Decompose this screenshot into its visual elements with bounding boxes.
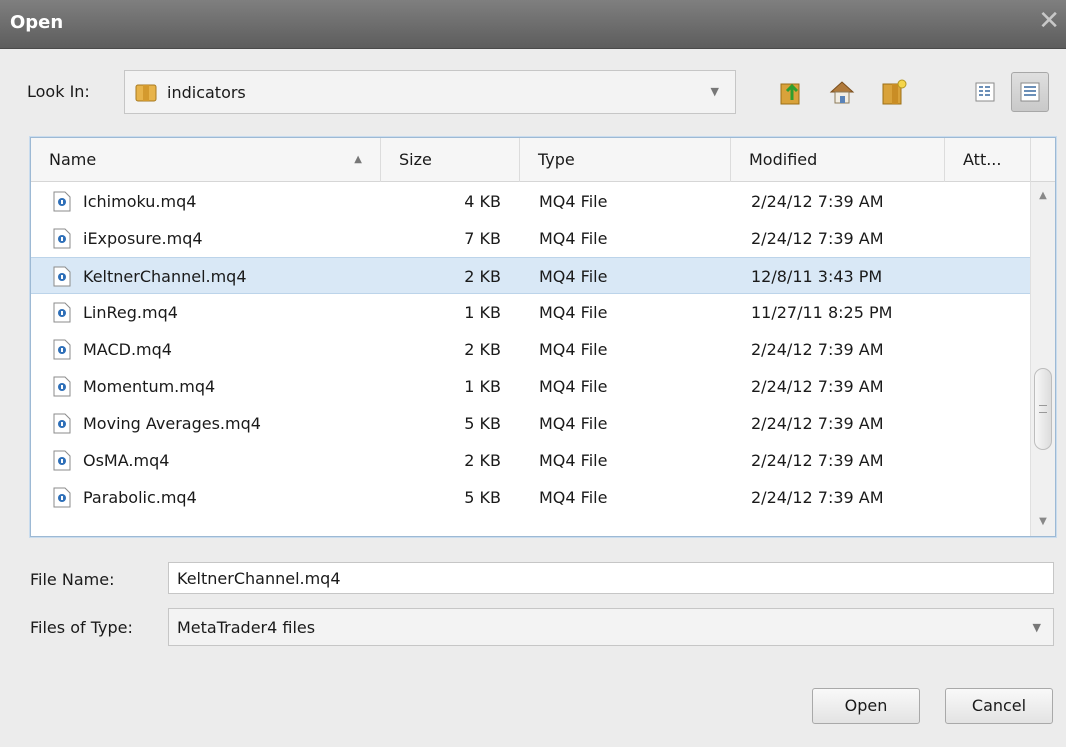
- file-row[interactable]: OsMA.mq4 2 KB MQ4 File 2/24/12 7:39 AM: [31, 442, 1031, 479]
- list-view-icon: [975, 82, 995, 102]
- file-modified-cell: 11/27/11 8:25 PM: [751, 303, 893, 322]
- file-modified-cell: 12/8/11 3:43 PM: [751, 267, 883, 286]
- home-icon[interactable]: [828, 78, 856, 106]
- column-attributes-label: Att...: [963, 150, 1002, 169]
- new-folder-icon[interactable]: [880, 78, 908, 106]
- mq4-file-icon: [53, 228, 71, 249]
- close-icon[interactable]: ✕: [1038, 8, 1060, 34]
- file-row[interactable]: Moving Averages.mq4 5 KB MQ4 File 2/24/12 7…: [31, 405, 1031, 442]
- file-type-dropdown[interactable]: MetaTrader4 files ▼: [168, 608, 1054, 646]
- file-name-label: File Name:: [30, 570, 115, 589]
- file-name-cell: OsMA.mq4: [83, 451, 170, 470]
- column-type-label: Type: [538, 150, 575, 169]
- file-modified-cell: 2/24/12 7:39 AM: [751, 414, 884, 433]
- column-size[interactable]: Size: [381, 138, 520, 182]
- scroll-down-icon[interactable]: ▼: [1031, 512, 1055, 532]
- file-modified-cell: 2/24/12 7:39 AM: [751, 377, 884, 396]
- file-type-value: MetaTrader4 files: [177, 618, 316, 637]
- title-bar: Open ✕: [0, 0, 1066, 49]
- file-name-field[interactable]: [168, 562, 1054, 594]
- mq4-file-icon: [53, 413, 71, 434]
- mq4-file-icon: [53, 266, 71, 287]
- details-view-icon: [1020, 82, 1040, 102]
- file-name-cell: Parabolic.mq4: [83, 488, 197, 507]
- file-row[interactable]: LinReg.mq4 1 KB MQ4 File 11/27/11 8:25 PM: [31, 294, 1031, 331]
- file-modified-cell: 2/24/12 7:39 AM: [751, 192, 884, 211]
- details-view-button[interactable]: [1011, 72, 1049, 112]
- file-size-cell: 1 KB: [464, 377, 501, 396]
- cancel-button[interactable]: Cancel: [945, 688, 1053, 724]
- file-type-cell: MQ4 File: [539, 229, 608, 248]
- column-modified-label: Modified: [749, 150, 818, 169]
- mq4-file-icon: [53, 191, 71, 212]
- scroll-up-icon[interactable]: ▲: [1031, 186, 1055, 206]
- look-in-dropdown[interactable]: indicators ▼: [124, 70, 736, 114]
- file-type-cell: MQ4 File: [539, 192, 608, 211]
- file-list[interactable]: Name ▲ Size Type Modified Att... Ichimok…: [30, 137, 1056, 537]
- file-size-cell: 1 KB: [464, 303, 501, 322]
- chevron-down-icon: ▼: [710, 85, 719, 98]
- column-name-label: Name: [49, 150, 97, 169]
- chevron-down-icon: ▼: [1032, 621, 1041, 634]
- file-row[interactable]: Momentum.mq4 1 KB MQ4 File 2/24/12 7:39 AM: [31, 368, 1031, 405]
- file-size-cell: 5 KB: [464, 488, 501, 507]
- list-view-button[interactable]: [966, 72, 1004, 112]
- column-header: Name ▲ Size Type Modified Att...: [31, 138, 1055, 182]
- file-modified-cell: 2/24/12 7:39 AM: [751, 488, 884, 507]
- file-type-cell: MQ4 File: [539, 303, 608, 322]
- file-modified-cell: 2/24/12 7:39 AM: [751, 340, 884, 359]
- file-type-cell: MQ4 File: [539, 488, 608, 507]
- file-modified-cell: 2/24/12 7:39 AM: [751, 451, 884, 470]
- file-row[interactable]: Ichimoku.mq4 4 KB MQ4 File 2/24/12 7:39 AM: [31, 183, 1031, 220]
- file-row[interactable]: KeltnerChannel.mq4 2 KB MQ4 File 12/8/11 3:…: [31, 257, 1031, 294]
- mq4-file-icon: [53, 450, 71, 471]
- vertical-scrollbar[interactable]: ▲ ▼: [1030, 182, 1055, 536]
- file-size-cell: 4 KB: [464, 192, 501, 211]
- mq4-file-icon: [53, 376, 71, 397]
- file-name-cell: Ichimoku.mq4: [83, 192, 197, 211]
- file-type-cell: MQ4 File: [539, 340, 608, 359]
- file-size-cell: 2 KB: [464, 340, 501, 359]
- column-type[interactable]: Type: [520, 138, 731, 182]
- column-attributes[interactable]: Att...: [945, 138, 1031, 182]
- file-type-cell: MQ4 File: [539, 414, 608, 433]
- mq4-file-icon: [53, 487, 71, 508]
- look-in-value: indicators: [167, 83, 246, 102]
- file-type-cell: MQ4 File: [539, 267, 608, 286]
- file-name-cell: MACD.mq4: [83, 340, 172, 359]
- file-size-cell: 2 KB: [464, 267, 501, 286]
- file-row[interactable]: MACD.mq4 2 KB MQ4 File 2/24/12 7:39 AM: [31, 331, 1031, 368]
- file-type-label: Files of Type:: [30, 618, 133, 637]
- file-row[interactable]: iExposure.mq4 7 KB MQ4 File 2/24/12 7:39 AM: [31, 220, 1031, 257]
- file-name-cell: iExposure.mq4: [83, 229, 203, 248]
- file-name-cell: Moving Averages.mq4: [83, 414, 261, 433]
- file-name-cell: KeltnerChannel.mq4: [83, 267, 247, 286]
- up-folder-icon[interactable]: [778, 78, 806, 106]
- column-name[interactable]: Name ▲: [31, 138, 381, 182]
- file-name-cell: Momentum.mq4: [83, 377, 216, 396]
- file-type-cell: MQ4 File: [539, 377, 608, 396]
- open-button[interactable]: Open: [812, 688, 920, 724]
- file-type-cell: MQ4 File: [539, 451, 608, 470]
- file-size-cell: 7 KB: [464, 229, 501, 248]
- mq4-file-icon: [53, 339, 71, 360]
- look-in-label: Look In:: [27, 82, 90, 101]
- window-title: Open: [10, 12, 64, 33]
- mq4-file-icon: [53, 302, 71, 323]
- file-size-cell: 5 KB: [464, 414, 501, 433]
- file-modified-cell: 2/24/12 7:39 AM: [751, 229, 884, 248]
- scroll-thumb[interactable]: [1034, 368, 1052, 450]
- column-size-label: Size: [399, 150, 432, 169]
- file-size-cell: 2 KB: [464, 451, 501, 470]
- column-modified[interactable]: Modified: [731, 138, 945, 182]
- folder-icon: [135, 84, 157, 102]
- sort-ascending-icon: ▲: [354, 154, 362, 165]
- file-name-cell: LinReg.mq4: [83, 303, 178, 322]
- file-row[interactable]: Parabolic.mq4 5 KB MQ4 File 2/24/12 7:39 AM: [31, 479, 1031, 516]
